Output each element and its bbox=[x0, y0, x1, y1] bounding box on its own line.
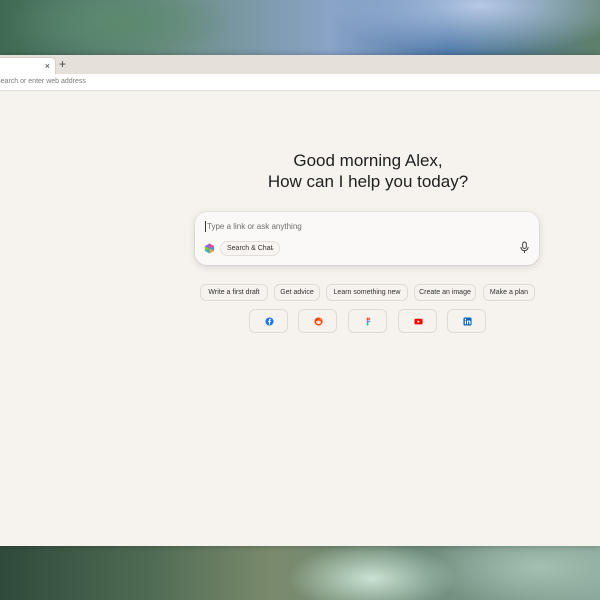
shortcut-linkedin[interactable] bbox=[447, 309, 486, 333]
close-tab-icon[interactable]: × bbox=[45, 60, 50, 72]
youtube-icon bbox=[414, 318, 423, 325]
linkedin-icon bbox=[463, 317, 472, 326]
chat-composer[interactable]: Type a link or ask anything Search & Cha… bbox=[195, 212, 539, 265]
prompt-input[interactable]: Type a link or ask anything bbox=[207, 222, 302, 232]
greeting-heading: Good morning Alex, How can I help you to… bbox=[200, 150, 536, 192]
facebook-icon bbox=[265, 317, 274, 326]
chip-label: Learn something new bbox=[333, 289, 401, 296]
shortcut-figma[interactable] bbox=[348, 309, 387, 333]
tab-strip: × + bbox=[0, 55, 600, 74]
mode-label: Search & Chat bbox=[227, 245, 273, 252]
chevron-down-icon: ⌄ bbox=[269, 245, 275, 252]
shortcut-reddit[interactable] bbox=[298, 309, 337, 333]
active-tab[interactable]: × bbox=[0, 57, 56, 74]
site-shortcuts bbox=[249, 309, 487, 333]
chip-label: Create an image bbox=[419, 289, 471, 296]
microphone-icon[interactable] bbox=[519, 241, 530, 254]
desktop-wallpaper-top bbox=[0, 0, 600, 56]
copilot-logo-icon bbox=[204, 243, 215, 254]
mode-selector[interactable]: Search & Chat ⌄ bbox=[220, 241, 280, 256]
chip-label: Write a first draft bbox=[208, 289, 260, 296]
chip-label: Get advice bbox=[280, 289, 314, 296]
chip-write-first-draft[interactable]: Write a first draft bbox=[200, 284, 268, 301]
address-input[interactable]: Search or enter web address bbox=[0, 77, 86, 87]
greeting-line-2: How can I help you today? bbox=[267, 172, 469, 191]
address-bar[interactable]: Search or enter web address bbox=[0, 74, 600, 91]
suggestion-chips: Write a first draft Get advice Learn som… bbox=[200, 284, 536, 301]
chip-learn-something-new[interactable]: Learn something new bbox=[326, 284, 408, 301]
text-caret bbox=[205, 221, 206, 232]
desktop-wallpaper-bottom bbox=[0, 546, 600, 600]
reddit-icon bbox=[314, 317, 323, 326]
figma-icon bbox=[366, 317, 371, 326]
chip-get-advice[interactable]: Get advice bbox=[274, 284, 320, 301]
shortcut-youtube[interactable] bbox=[398, 309, 437, 333]
chip-make-plan[interactable]: Make a plan bbox=[483, 284, 535, 301]
chip-label: Make a plan bbox=[489, 289, 529, 296]
greeting-line-1: Good morning Alex, bbox=[293, 151, 443, 170]
shortcut-facebook[interactable] bbox=[249, 309, 288, 333]
chip-create-image[interactable]: Create an image bbox=[414, 284, 476, 301]
new-tab-button[interactable]: + bbox=[59, 57, 66, 71]
